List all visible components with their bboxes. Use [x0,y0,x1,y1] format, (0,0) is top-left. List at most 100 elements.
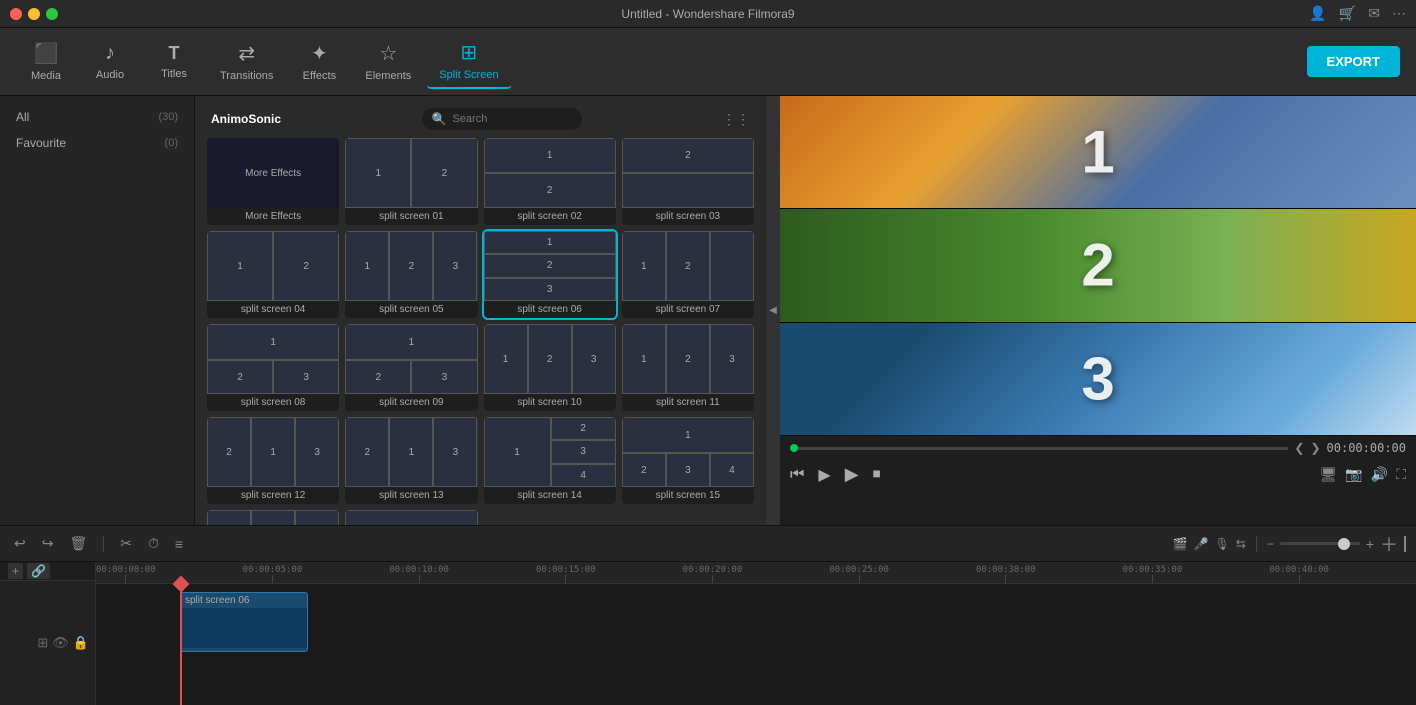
play-button[interactable]: ▶ [818,465,830,485]
timer-button[interactable]: ⏱ [144,533,163,554]
more-effects-item[interactable]: More Effects More Effects [207,138,339,225]
toolbar-elements[interactable]: ☆ Elements [353,35,423,88]
zoom-out-icon[interactable]: − [1267,537,1274,551]
sp02-cell2: 2 [484,173,616,208]
volume-icon[interactable]: 🔊 [1371,466,1388,483]
track-clip-split06[interactable]: split screen 06 [180,592,308,652]
split-10-label: split screen 10 [484,394,616,411]
search-box[interactable]: 🔍 [422,108,582,130]
grid-row-2: 1 2 split screen 04 1 2 3 split screen 0… [203,231,758,318]
sp03-cell2 [622,173,754,208]
split-03-item[interactable]: 2 split screen 03 [622,138,754,225]
split-11-preview: 1 2 3 [622,324,754,394]
layers-button[interactable]: ≡ [171,534,187,554]
search-icon: 🔍 [432,112,447,126]
split-08-item[interactable]: 1 2 3 split screen 08 [207,324,339,411]
split-03-preview: 2 [622,138,754,208]
mail-icon[interactable]: ✉ [1368,5,1380,22]
track-header-add: + 🔗 [0,562,95,581]
timeline-content: + 🔗 ⊞ 👁 🔒 00:00:00:0000:00:05:0000:00:10… [0,562,1416,705]
grid-view-icon[interactable]: ⊞ [37,635,48,651]
split-next-item2[interactable]: 1 [345,510,477,525]
screen-icon[interactable]: 🖥 [1320,466,1338,483]
media-label: Media [31,70,61,82]
sidebar-item-favourite[interactable]: Favourite (0) [0,130,194,156]
split-08-preview: 1 2 3 [207,324,339,394]
elements-icon: ☆ [379,41,397,66]
close-button[interactable] [10,8,22,20]
audio-label: Audio [96,69,124,81]
split-10-preview: 1 2 3 [484,324,616,394]
split-05-label: split screen 05 [345,301,477,318]
ruler-mark: 00:00:20:00 [683,565,743,583]
window-title: Untitled - Wondershare Filmora9 [621,7,794,21]
step-back-button[interactable]: ⏮ [790,466,804,484]
grid-toggle-icon[interactable]: ⋮⋮ [722,111,750,128]
split-15-item[interactable]: 1 2 3 4 split screen 15 [622,417,754,504]
audio-icon: ♪ [105,42,115,65]
add-to-track-button[interactable]: + [8,563,23,579]
zoom-in-icon[interactable]: + [1366,536,1374,552]
delete-button[interactable]: 🗑 [65,533,91,554]
cart-icon[interactable]: 🛒 [1339,5,1356,22]
split-01-item[interactable]: 1 2 split screen 01 [345,138,477,225]
split-05-preview: 1 2 3 [345,231,477,301]
minimize-button[interactable] [28,8,40,20]
track-clip-body [181,608,307,648]
stop-button[interactable]: ⏹ [873,466,881,484]
split-06-item[interactable]: 1 2 3 split screen 06 [484,231,616,318]
split-09-item[interactable]: 1 2 3 split screen 09 [345,324,477,411]
redo-button[interactable]: ↪ [38,533,58,554]
mic-icon[interactable]: 🎙 [1215,537,1230,551]
split-next-item[interactable]: 2 3 4 [207,510,339,525]
cut-button[interactable]: ✂ [116,533,136,554]
maximize-button[interactable] [46,8,58,20]
account-icon[interactable]: 👤 [1309,5,1326,22]
split-11-label: split screen 11 [622,394,754,411]
split-10-item[interactable]: 1 2 3 split screen 10 [484,324,616,411]
zoom-slider[interactable] [1280,542,1360,545]
toolbar-transitions[interactable]: ⇄ Transitions [208,35,285,88]
search-input[interactable] [452,113,571,125]
split-07-label: split screen 07 [622,301,754,318]
transition-track-icon[interactable]: ⇆ [1236,537,1246,551]
split-04-item[interactable]: 1 2 split screen 04 [207,231,339,318]
toolbar-titles[interactable]: T Titles [144,37,204,86]
timeline-ruler-area: 00:00:00:0000:00:05:0000:00:10:0000:00:1… [96,562,1416,705]
toolbar-split-screen[interactable]: ⊞ Split Screen [427,34,510,89]
preview-number-2: 2 [1081,231,1114,300]
pause-indicator [1404,536,1406,552]
timeline-track-area: split screen 06 [96,584,1416,705]
toolbar-media[interactable]: ⬛ Media [16,35,76,88]
split-07-item[interactable]: 1 2 split screen 07 [622,231,754,318]
split-05-item[interactable]: 1 2 3 split screen 05 [345,231,477,318]
split-11-item[interactable]: 1 2 3 split screen 11 [622,324,754,411]
split-14-item[interactable]: 1 2 3 4 split screen 14 [484,417,616,504]
lock-icon[interactable]: 🔒 [73,635,89,651]
audio-track-icon[interactable]: 🎤 [1194,537,1209,551]
link-track-button[interactable]: 🔗 [27,563,50,579]
settings-icon[interactable]: ⋯ [1392,5,1406,22]
titlebar-right-icons: 👤 🛒 ✉ ⋯ [1309,5,1406,22]
split-02-item[interactable]: 1 2 split screen 02 [484,138,616,225]
fullscreen-icon[interactable]: ⛶ [1396,466,1406,483]
split-07-preview: 1 2 [622,231,754,301]
toolbar-audio[interactable]: ♪ Audio [80,36,140,87]
video-track-icon[interactable]: 🎬 [1173,537,1188,551]
undo-button[interactable]: ↩ [10,533,30,554]
eye-icon[interactable]: 👁 [52,635,69,651]
sidebar-item-all[interactable]: All (30) [0,104,194,130]
preview-section-1: 1 [780,96,1416,208]
play-forward-button[interactable]: ▶ [845,464,859,485]
split-01-preview: 1 2 [345,138,477,208]
progress-bar[interactable]: ❮ ❯ 00:00:00:00 [780,436,1416,460]
snapshot-icon[interactable]: 📷 [1345,466,1362,483]
toolbar-effects[interactable]: ✦ Effects [289,35,349,88]
progress-track[interactable] [790,447,1288,450]
time-display: 00:00:00:00 [1327,441,1406,455]
export-button[interactable]: EXPORT [1307,46,1400,77]
add-track-button[interactable]: ＋ [1380,531,1398,557]
split-13-item[interactable]: 2 1 3 split screen 13 [345,417,477,504]
split-12-item[interactable]: 2 1 3 split screen 12 [207,417,339,504]
collapse-panel-button[interactable]: ◀ [766,96,780,525]
